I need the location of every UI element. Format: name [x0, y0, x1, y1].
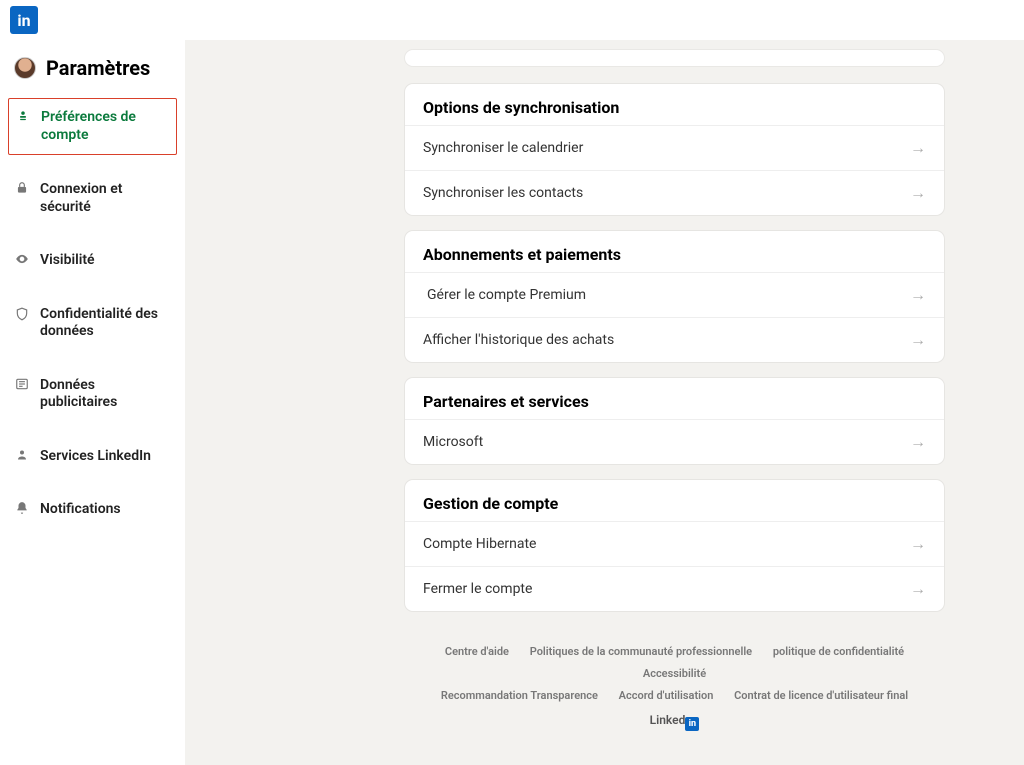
- row-manage-premium[interactable]: Gérer le compte Premium →: [405, 272, 944, 317]
- linkedin-logo-text: in: [17, 11, 30, 30]
- sidebar-item-label: Connexion et sécurité: [40, 181, 173, 216]
- section-partners-services: Partenaires et services Microsoft →: [405, 378, 944, 464]
- section-account-management: Gestion de compte Compte Hibernate → Fer…: [405, 480, 944, 611]
- row-label: Gérer le compte Premium: [423, 286, 590, 304]
- section-header: Abonnements et paiements: [405, 231, 944, 272]
- eye-icon: [14, 252, 30, 266]
- chevron-right-icon: →: [910, 534, 926, 554]
- footer-link-community-policies[interactable]: Politiques de la communauté professionne…: [530, 641, 752, 663]
- sidebar-item-account-preferences[interactable]: Préférences de compte: [8, 98, 177, 155]
- section-header: Gestion de compte: [405, 480, 944, 521]
- bell-icon: [14, 501, 30, 515]
- row-label: Afficher l'historique des achats: [423, 332, 614, 348]
- footer: Centre d'aide Politiques de la communaut…: [405, 627, 944, 735]
- row-close-account[interactable]: Fermer le compte →: [405, 566, 944, 611]
- row-purchase-history[interactable]: Afficher l'historique des achats →: [405, 317, 944, 362]
- chevron-right-icon: →: [910, 579, 926, 599]
- sidebar-item-linkedin-services[interactable]: Services LinkedIn: [0, 438, 185, 476]
- row-label: Microsoft: [423, 434, 483, 450]
- section-sync-options: Options de synchronisation Synchroniser …: [405, 84, 944, 215]
- sidebar-item-label: Notifications: [40, 501, 121, 519]
- row-label: Synchroniser les contacts: [423, 185, 583, 201]
- footer-link-accessibility[interactable]: Accessibilité: [643, 663, 706, 685]
- row-microsoft[interactable]: Microsoft →: [405, 419, 944, 464]
- row-sync-contacts[interactable]: Synchroniser les contacts →: [405, 170, 944, 215]
- avatar[interactable]: [14, 57, 36, 79]
- linkedin-logo[interactable]: in: [10, 6, 38, 34]
- sidebar-item-label: Confidentialité des données: [40, 306, 173, 341]
- section-subscriptions-payments: Abonnements et paiements Gérer le compte…: [405, 231, 944, 362]
- footer-link-end-user-license[interactable]: Contrat de licence d'utilisateur final: [734, 685, 908, 707]
- person-card-icon: [15, 109, 31, 123]
- chevron-right-icon: →: [910, 138, 926, 158]
- sidebar-title-row: Paramètres: [0, 56, 185, 98]
- row-label: Synchroniser le calendrier: [423, 140, 583, 156]
- chevron-right-icon: →: [910, 330, 926, 350]
- footer-brand-text: Linked: [650, 713, 686, 727]
- lock-icon: [14, 181, 30, 195]
- footer-links: Centre d'aide Politiques de la communaut…: [405, 641, 944, 707]
- row-hibernate-account[interactable]: Compte Hibernate →: [405, 521, 944, 566]
- footer-brand: Linkedin: [405, 713, 944, 731]
- chevron-right-icon: →: [910, 432, 926, 452]
- chevron-right-icon: →: [910, 183, 926, 203]
- sidebar-item-label: Préférences de compte: [41, 109, 170, 144]
- sidebar-item-visibility[interactable]: Visibilité: [0, 242, 185, 280]
- row-label: Compte Hibernate: [423, 536, 536, 552]
- person-icon: [14, 448, 30, 462]
- newspaper-icon: [14, 377, 30, 391]
- sidebar-item-label: Visibilité: [40, 252, 95, 270]
- linkedin-mini-logo: in: [685, 717, 699, 731]
- section-header: Partenaires et services: [405, 378, 944, 419]
- row-sync-calendar[interactable]: Synchroniser le calendrier →: [405, 125, 944, 170]
- sidebar-item-notifications[interactable]: Notifications: [0, 491, 185, 529]
- main-content: Options de synchronisation Synchroniser …: [185, 40, 1024, 765]
- sidebar-item-data-privacy[interactable]: Confidentialité des données: [0, 296, 185, 351]
- app-header: in: [0, 0, 1024, 40]
- section-header: Options de synchronisation: [405, 84, 944, 125]
- footer-link-privacy-policy[interactable]: politique de confidentialité: [773, 641, 904, 663]
- footer-link-help[interactable]: Centre d'aide: [445, 641, 509, 663]
- previous-section-edge: [405, 50, 944, 66]
- footer-link-recommendation-transparency[interactable]: Recommandation Transparence: [441, 685, 598, 707]
- chevron-right-icon: →: [910, 285, 926, 305]
- page-title: Paramètres: [46, 56, 150, 80]
- sidebar: Paramètres Préférences de compte Connexi…: [0, 40, 185, 765]
- footer-link-user-agreement[interactable]: Accord d'utilisation: [619, 685, 714, 707]
- shield-icon: [14, 306, 30, 322]
- sidebar-item-sign-in-security[interactable]: Connexion et sécurité: [0, 171, 185, 226]
- sidebar-item-label: Services LinkedIn: [40, 448, 151, 466]
- sidebar-item-advertising-data[interactable]: Données publicitaires: [0, 367, 185, 422]
- row-label: Fermer le compte: [423, 581, 532, 597]
- sidebar-item-label: Données publicitaires: [40, 377, 173, 412]
